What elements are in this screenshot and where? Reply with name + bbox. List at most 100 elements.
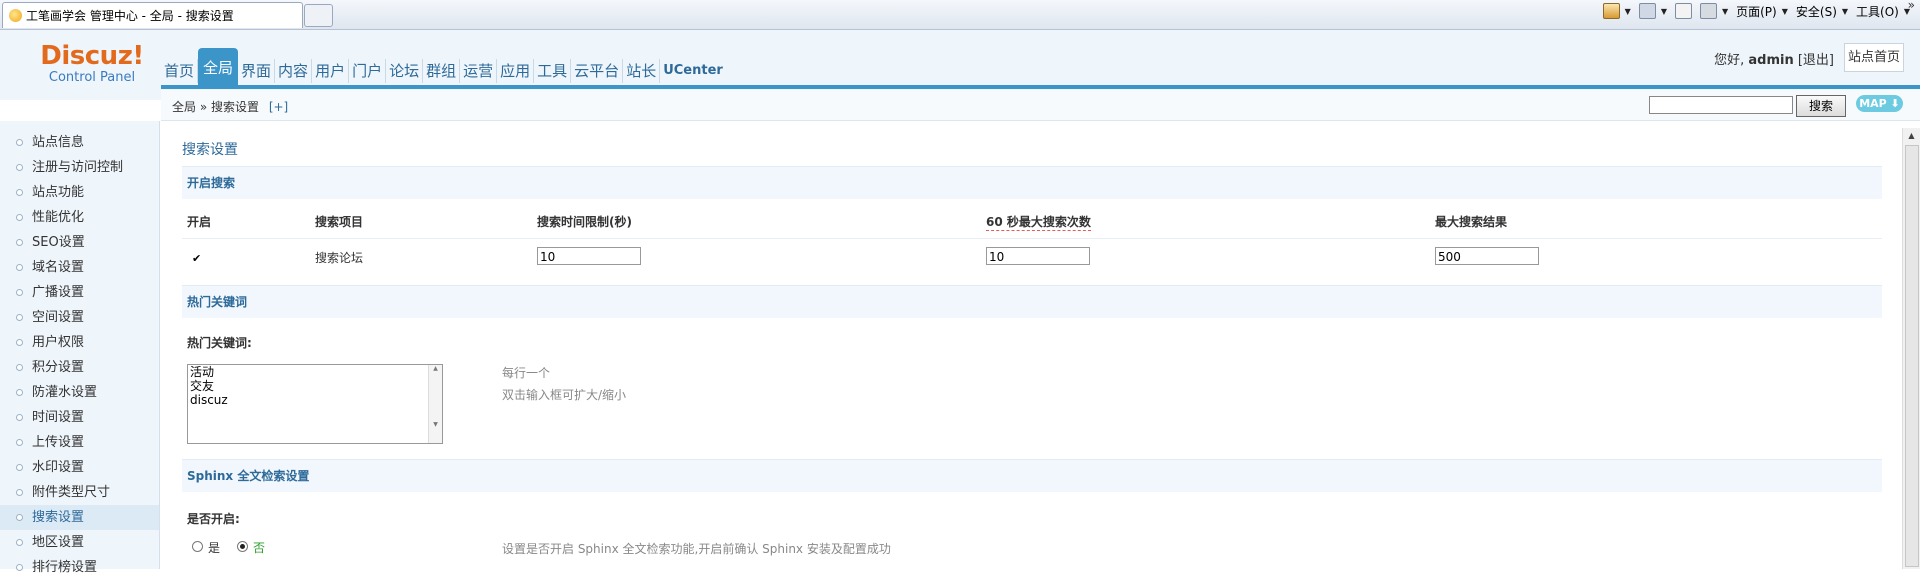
- read-mail-button[interactable]: [1674, 3, 1692, 19]
- bullet-icon: [16, 389, 23, 396]
- bullet-icon: [16, 339, 23, 346]
- nav-portal[interactable]: 门户: [349, 59, 387, 83]
- chevron-down-icon: ▼: [1781, 6, 1788, 16]
- bullet-icon: [16, 264, 23, 271]
- nav-cloud[interactable]: 云平台: [571, 59, 624, 83]
- section-header-sphinx: Sphinx 全文检索设置: [182, 459, 1882, 492]
- bullet-icon: [16, 414, 23, 421]
- search-item-forum: 搜索论坛: [315, 251, 364, 265]
- map-button[interactable]: MAP ⬇: [1856, 95, 1903, 112]
- search-button[interactable]: 搜索: [1796, 95, 1846, 117]
- chevron-down-icon: ▼: [1660, 6, 1667, 16]
- sidebar-item-ranklist[interactable]: 排行榜设置: [0, 555, 159, 580]
- sidebar-item-district[interactable]: 地区设置: [0, 530, 159, 555]
- row-divider: [182, 238, 1882, 239]
- nav-content[interactable]: 内容: [275, 59, 313, 83]
- sidebar-item-watermark[interactable]: 水印设置: [0, 455, 159, 480]
- bullet-icon: [16, 314, 23, 321]
- keyword-line: discuz: [190, 393, 228, 407]
- nav-style[interactable]: 界面: [238, 59, 276, 83]
- nav-global[interactable]: 全局: [198, 48, 239, 86]
- sphinx-no-label: 否: [253, 541, 266, 555]
- sidebar-item-antispam[interactable]: 防灌水设置: [0, 380, 159, 405]
- new-tab-button[interactable]: [304, 4, 333, 27]
- page-menu[interactable]: 页面(P) ▼: [1736, 3, 1788, 20]
- breadcrumb-path: 全局 » 搜索设置: [172, 100, 259, 114]
- sidebar-item-label: 搜索设置: [32, 510, 85, 525]
- hot-keywords-hint-2: 双击输入框可扩大/缩小: [502, 388, 627, 402]
- feeds-button[interactable]: ▼: [1638, 3, 1667, 19]
- sidebar-item-label: 时间设置: [32, 410, 85, 425]
- nav-forum[interactable]: 论坛: [386, 59, 424, 83]
- bullet-icon: [16, 489, 23, 496]
- sphinx-yes-label: 是: [208, 541, 221, 555]
- sidebar-item-broadcast[interactable]: 广播设置: [0, 280, 159, 305]
- enable-search-forum-checkbox[interactable]: ✔: [192, 253, 202, 264]
- nav-founder[interactable]: 站长: [623, 59, 661, 83]
- col-time-limit: 搜索时间限制(秒): [537, 215, 632, 229]
- nav-ucenter[interactable]: UCenter: [660, 59, 726, 83]
- site-home-button[interactable]: 站点首页: [1844, 43, 1904, 72]
- nav-user[interactable]: 用户: [312, 59, 350, 83]
- sidebar-item-label: 站点信息: [32, 135, 85, 150]
- read-mail-icon: [1674, 3, 1692, 19]
- browser-tab[interactable]: 工笔画学会 管理中心 - 全局 - 搜索设置: [2, 2, 303, 28]
- sidebar-item-search[interactable]: 搜索设置: [0, 505, 159, 530]
- logo-sub: Control Panel: [48, 70, 136, 85]
- more-commands-icon[interactable]: »: [1908, 0, 1915, 12]
- feeds-icon: [1638, 3, 1656, 19]
- bullet-icon: [16, 164, 23, 171]
- nav-home[interactable]: 首页: [161, 59, 199, 83]
- sphinx-no-radio[interactable]: [237, 541, 248, 552]
- scrollbar-thumb[interactable]: [1905, 145, 1919, 567]
- safety-menu[interactable]: 安全(S) ▼: [1796, 3, 1848, 20]
- col-max-results: 最大搜索结果: [1435, 215, 1508, 229]
- col-enabled: 开启: [187, 215, 212, 229]
- sidebar-item-attach-types[interactable]: 附件类型尺寸: [0, 480, 159, 505]
- home-button[interactable]: ▼: [1602, 3, 1631, 19]
- textarea-scrollbar[interactable]: ▲ ▼: [428, 365, 442, 443]
- sidebar-item-space[interactable]: 空间设置: [0, 305, 159, 330]
- sidebar-item-label: 防灌水设置: [32, 385, 98, 400]
- sidebar-item-label: 水印设置: [32, 460, 85, 475]
- max-per-60s-input[interactable]: 10: [986, 247, 1090, 265]
- section-header-hot-keywords: 热门关键词: [182, 285, 1882, 318]
- sidebar-item-functions[interactable]: 站点功能: [0, 180, 159, 205]
- page-scrollbar[interactable]: ▲: [1902, 128, 1920, 569]
- time-limit-input[interactable]: 10: [537, 247, 641, 265]
- hot-keywords-textarea[interactable]: 活动 交友 discuz ▲ ▼: [187, 364, 443, 444]
- max-results-input[interactable]: 500: [1435, 247, 1539, 265]
- sidebar-item-credits[interactable]: 积分设置: [0, 355, 159, 380]
- logo-brand: Discuz!: [40, 41, 144, 71]
- sidebar-item-label: 上传设置: [32, 435, 85, 450]
- sphinx-yes-radio[interactable]: [192, 541, 203, 552]
- username: admin: [1748, 53, 1794, 68]
- top-nav: 首页 全局 界面 内容 用户 门户 论坛 群组 运营 应用 工具 云平台 站长 …: [161, 48, 726, 86]
- print-button[interactable]: ▼: [1699, 3, 1728, 19]
- nav-extended[interactable]: 运营: [460, 59, 498, 83]
- sidebar-item-register[interactable]: 注册与访问控制: [0, 155, 159, 180]
- keyword-line: 交友: [190, 379, 215, 393]
- search-input[interactable]: [1649, 96, 1793, 114]
- sidebar-item-upload[interactable]: 上传设置: [0, 430, 159, 455]
- bullet-icon: [16, 189, 23, 196]
- logout-link[interactable]: [退出]: [1798, 53, 1834, 68]
- sidebar-item-performance[interactable]: 性能优化: [0, 205, 159, 230]
- scroll-up-icon[interactable]: ▲: [1903, 128, 1920, 144]
- breadcrumb-toggle[interactable]: [+]: [269, 100, 288, 114]
- nav-tools[interactable]: 工具: [534, 59, 572, 83]
- sidebar-item-label: 注册与访问控制: [32, 160, 124, 175]
- nav-group[interactable]: 群组: [423, 59, 461, 83]
- sidebar-item-site-info[interactable]: 站点信息: [0, 130, 159, 155]
- sidebar-item-time[interactable]: 时间设置: [0, 405, 159, 430]
- chevron-down-icon: ▼: [1841, 6, 1849, 16]
- sidebar-item-domain[interactable]: 域名设置: [0, 255, 159, 280]
- sphinx-hint: 设置是否开启 Sphinx 全文检索功能,开启前确认 Sphinx 安装及配置成…: [502, 542, 891, 556]
- sidebar-item-permissions[interactable]: 用户权限: [0, 330, 159, 355]
- greeting: 您好,: [1714, 53, 1745, 68]
- sidebar-item-seo[interactable]: SEO设置: [0, 230, 159, 255]
- bullet-icon: [16, 364, 23, 371]
- nav-plugin[interactable]: 应用: [497, 59, 535, 83]
- tools-menu[interactable]: 工具(O) ▼: [1856, 3, 1910, 20]
- sidebar-item-label: 附件类型尺寸: [32, 485, 111, 500]
